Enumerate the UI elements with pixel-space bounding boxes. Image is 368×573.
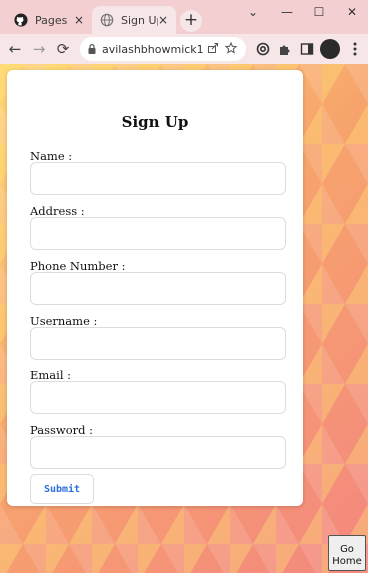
go-home-label-line2: Home: [332, 555, 362, 567]
address-label: Address :: [30, 204, 85, 218]
close-window-icon[interactable]: ✕: [339, 2, 365, 22]
form-title: Sign Up: [121, 113, 189, 131]
username-field[interactable]: [30, 327, 286, 360]
minimize-icon[interactable]: —: [274, 2, 300, 22]
go-home-button[interactable]: Go Home: [328, 535, 366, 571]
address-field[interactable]: [30, 217, 286, 250]
email-label: Email :: [30, 368, 72, 382]
maximize-icon[interactable]: ☐: [306, 2, 332, 22]
url-text: avilashbhowmick12...: [102, 42, 204, 56]
tab-strip: Pages × Sign Up × + ⌄ — ☐ ✕: [0, 0, 368, 34]
globe-icon: [100, 13, 114, 27]
tab-title: Sign Up: [121, 13, 158, 27]
tab-search-icon[interactable]: ⌄: [240, 2, 266, 22]
tab-title: Pages: [35, 13, 68, 27]
name-field[interactable]: [30, 162, 286, 195]
page-viewport: Sign Up Name : Address : Phone Number : …: [0, 64, 368, 573]
close-icon[interactable]: ×: [74, 13, 84, 27]
extensions-puzzle-icon[interactable]: [274, 38, 296, 60]
go-home-label-line1: Go: [340, 543, 354, 555]
lock-icon[interactable]: [86, 43, 98, 55]
submit-button[interactable]: Submit: [30, 474, 94, 504]
back-icon[interactable]: ←: [4, 38, 26, 60]
side-panel-icon[interactable]: [296, 38, 318, 60]
reload-icon[interactable]: ⟳: [52, 38, 74, 60]
password-field[interactable]: [30, 436, 286, 469]
tab-sign-up[interactable]: Sign Up ×: [92, 6, 176, 34]
email-field[interactable]: [30, 381, 286, 414]
signup-card: Sign Up Name : Address : Phone Number : …: [7, 70, 303, 506]
github-icon: [14, 13, 28, 27]
profile-avatar[interactable]: [320, 39, 340, 59]
new-tab-button[interactable]: +: [180, 10, 202, 32]
extension-icon[interactable]: [252, 38, 274, 60]
phone-label: Phone Number :: [30, 259, 126, 273]
forward-icon[interactable]: →: [28, 38, 50, 60]
tab-pages[interactable]: Pages ×: [6, 6, 92, 34]
phone-field[interactable]: [30, 272, 286, 305]
address-bar[interactable]: avilashbhowmick12...: [80, 37, 246, 61]
password-label: Password :: [30, 423, 94, 437]
close-icon[interactable]: ×: [158, 13, 168, 27]
bookmark-star-icon[interactable]: [222, 41, 240, 57]
more-menu-icon[interactable]: [344, 38, 366, 60]
name-label: Name :: [30, 149, 73, 163]
share-icon[interactable]: [204, 42, 222, 57]
username-label: Username :: [30, 314, 98, 328]
browser-toolbar: ← → ⟳ avilashbhowmick12...: [0, 34, 368, 64]
